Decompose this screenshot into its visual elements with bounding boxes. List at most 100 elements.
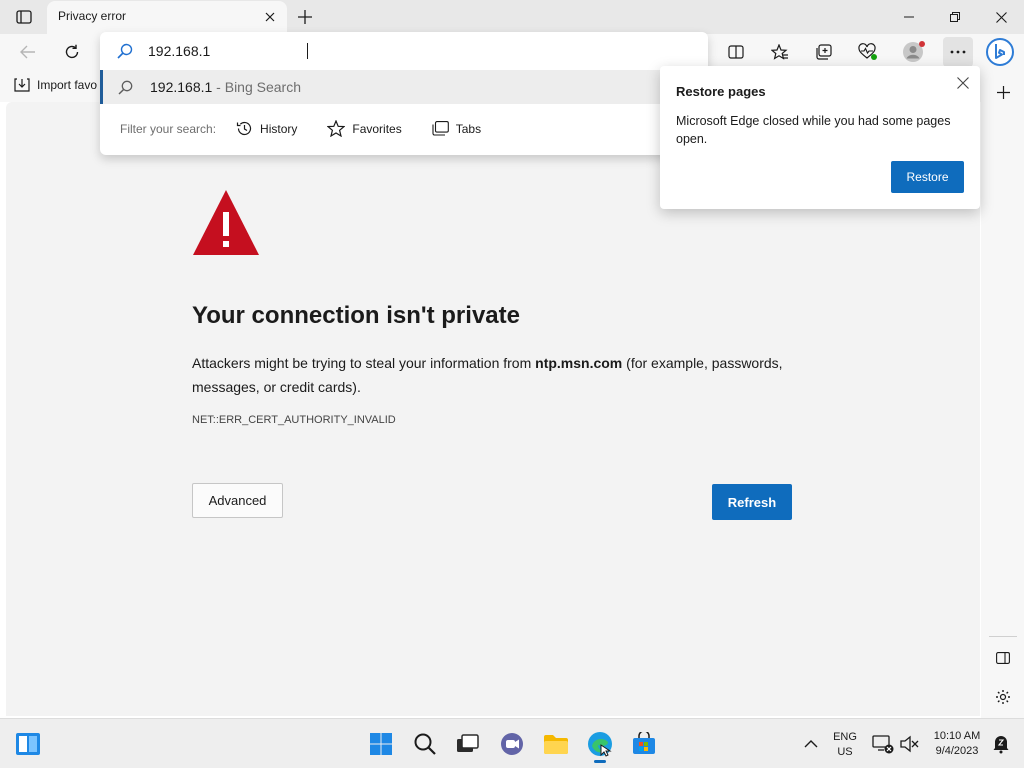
active-app-indicator bbox=[594, 760, 606, 763]
restore-down-button[interactable] bbox=[932, 0, 978, 34]
task-view-icon bbox=[457, 734, 479, 752]
plus-icon bbox=[996, 85, 1010, 99]
filter-history-label: History bbox=[260, 121, 298, 136]
restore-close-button[interactable] bbox=[954, 74, 972, 92]
clock[interactable]: 10:10 AM 9/4/2023 bbox=[926, 729, 988, 759]
edge-taskbar-button[interactable] bbox=[587, 731, 613, 757]
refresh-icon bbox=[65, 44, 79, 59]
taskbar-search-button[interactable] bbox=[412, 731, 438, 757]
import-favorites-link[interactable]: Import favo bbox=[14, 78, 97, 92]
star-icon bbox=[327, 120, 346, 137]
back-button[interactable] bbox=[13, 37, 43, 67]
split-screen-button[interactable] bbox=[721, 37, 751, 67]
volume-button[interactable] bbox=[896, 731, 922, 757]
chat-icon bbox=[501, 733, 523, 755]
search-suggestion[interactable]: 192.168.1 - Bing Search bbox=[100, 70, 708, 104]
restore-message: Microsoft Edge closed while you had some… bbox=[676, 114, 951, 146]
avatar-icon bbox=[903, 41, 925, 62]
language-code: ENG bbox=[833, 731, 857, 743]
network-disconnected-icon bbox=[872, 735, 894, 754]
show-hidden-icons-button[interactable] bbox=[798, 731, 824, 757]
back-arrow-icon bbox=[20, 45, 35, 59]
tab-actions-icon bbox=[16, 10, 32, 24]
restore-down-icon bbox=[950, 12, 960, 22]
widgets-icon bbox=[16, 733, 40, 755]
favorites-star-icon bbox=[771, 44, 788, 60]
plus-icon bbox=[298, 10, 312, 24]
address-input[interactable] bbox=[148, 41, 688, 61]
start-button[interactable] bbox=[368, 731, 394, 757]
import-icon bbox=[14, 78, 30, 92]
collections-button[interactable] bbox=[809, 37, 839, 67]
store-icon bbox=[633, 732, 655, 754]
address-bar bbox=[100, 32, 708, 70]
heart-pulse-icon bbox=[858, 43, 877, 60]
search-icon bbox=[117, 43, 133, 59]
refresh-button[interactable] bbox=[57, 37, 87, 67]
microsoft-store-button[interactable] bbox=[631, 731, 657, 757]
teams-chat-button[interactable] bbox=[499, 731, 525, 757]
import-favorites-label: Import favo bbox=[37, 78, 98, 92]
close-window-button[interactable] bbox=[978, 0, 1024, 34]
minimize-button[interactable] bbox=[886, 0, 932, 34]
network-button[interactable] bbox=[870, 731, 896, 757]
desc-text-before: Attackers might be trying to steal your … bbox=[192, 355, 536, 371]
folder-icon bbox=[544, 735, 568, 754]
error-description: Attackers might be trying to steal your … bbox=[192, 351, 792, 399]
split-screen-icon bbox=[728, 45, 744, 59]
filter-history[interactable]: History bbox=[236, 120, 297, 137]
close-icon bbox=[957, 77, 969, 89]
suggestion-text: 192.168.1 - Bing Search bbox=[150, 79, 301, 95]
language-indicator[interactable]: ENG US bbox=[828, 730, 862, 760]
chevron-up-icon bbox=[804, 740, 818, 748]
filter-favorites[interactable]: Favorites bbox=[327, 120, 402, 137]
warning-triangle-icon bbox=[193, 190, 259, 255]
filter-tabs[interactable]: Tabs bbox=[432, 121, 481, 136]
filter-label: Filter your search: bbox=[120, 121, 217, 136]
edge-icon bbox=[588, 732, 612, 757]
title-bar: Privacy error bbox=[0, 0, 1024, 34]
advanced-button[interactable]: Advanced bbox=[192, 483, 283, 518]
settings-and-more-button[interactable] bbox=[943, 37, 973, 67]
notification-bell-icon bbox=[993, 736, 1009, 754]
tab-close-button[interactable] bbox=[261, 8, 279, 26]
gear-icon bbox=[996, 690, 1010, 704]
browser-essentials-button[interactable] bbox=[853, 37, 883, 67]
suggestion-query: 192.168.1 bbox=[150, 79, 213, 95]
sidebar-panel-icon bbox=[996, 652, 1010, 664]
sidebar-add-button[interactable] bbox=[989, 78, 1017, 106]
tab-actions-button[interactable] bbox=[8, 5, 40, 29]
task-view-button[interactable] bbox=[455, 731, 481, 757]
search-icon bbox=[118, 80, 133, 95]
hide-sidebar-button[interactable] bbox=[989, 644, 1017, 672]
notifications-button[interactable] bbox=[988, 731, 1014, 757]
taskbar: ENG US 10:10 AM 9/4/2023 bbox=[0, 718, 1024, 768]
close-icon bbox=[265, 12, 275, 22]
refresh-page-button[interactable]: Refresh bbox=[712, 484, 792, 520]
filter-tabs-label: Tabs bbox=[455, 121, 482, 136]
tab-privacy-error[interactable]: Privacy error bbox=[47, 1, 287, 34]
suggestion-engine: - Bing Search bbox=[212, 79, 302, 95]
desc-host: ntp.msn.com bbox=[535, 355, 623, 371]
widgets-button[interactable] bbox=[15, 731, 41, 757]
bing-chat-icon bbox=[986, 38, 1014, 66]
tab-title: Privacy error bbox=[58, 9, 127, 23]
restore-pages-popup: Restore pages Microsoft Edge closed whil… bbox=[660, 66, 980, 209]
collections-icon bbox=[816, 44, 832, 60]
bing-copilot-button[interactable] bbox=[985, 37, 1015, 67]
region-code: US bbox=[837, 746, 853, 758]
profile-button[interactable] bbox=[899, 37, 929, 67]
filter-favorites-label: Favorites bbox=[352, 121, 402, 136]
more-dots-icon bbox=[950, 50, 966, 54]
windows-logo-icon bbox=[370, 733, 392, 755]
error-code: NET::ERR_CERT_AUTHORITY_INVALID bbox=[192, 414, 396, 426]
restore-button[interactable]: Restore bbox=[891, 161, 964, 193]
file-explorer-button[interactable] bbox=[543, 731, 569, 757]
address-bar-dropdown: 192.168.1 - Bing Search Filter your sear… bbox=[100, 32, 708, 155]
favorites-button[interactable] bbox=[765, 37, 795, 67]
new-tab-button[interactable] bbox=[292, 5, 318, 29]
sidebar-divider bbox=[989, 636, 1017, 637]
text-caret bbox=[307, 43, 308, 59]
sidebar-settings-button[interactable] bbox=[989, 683, 1017, 711]
history-icon bbox=[236, 121, 252, 136]
